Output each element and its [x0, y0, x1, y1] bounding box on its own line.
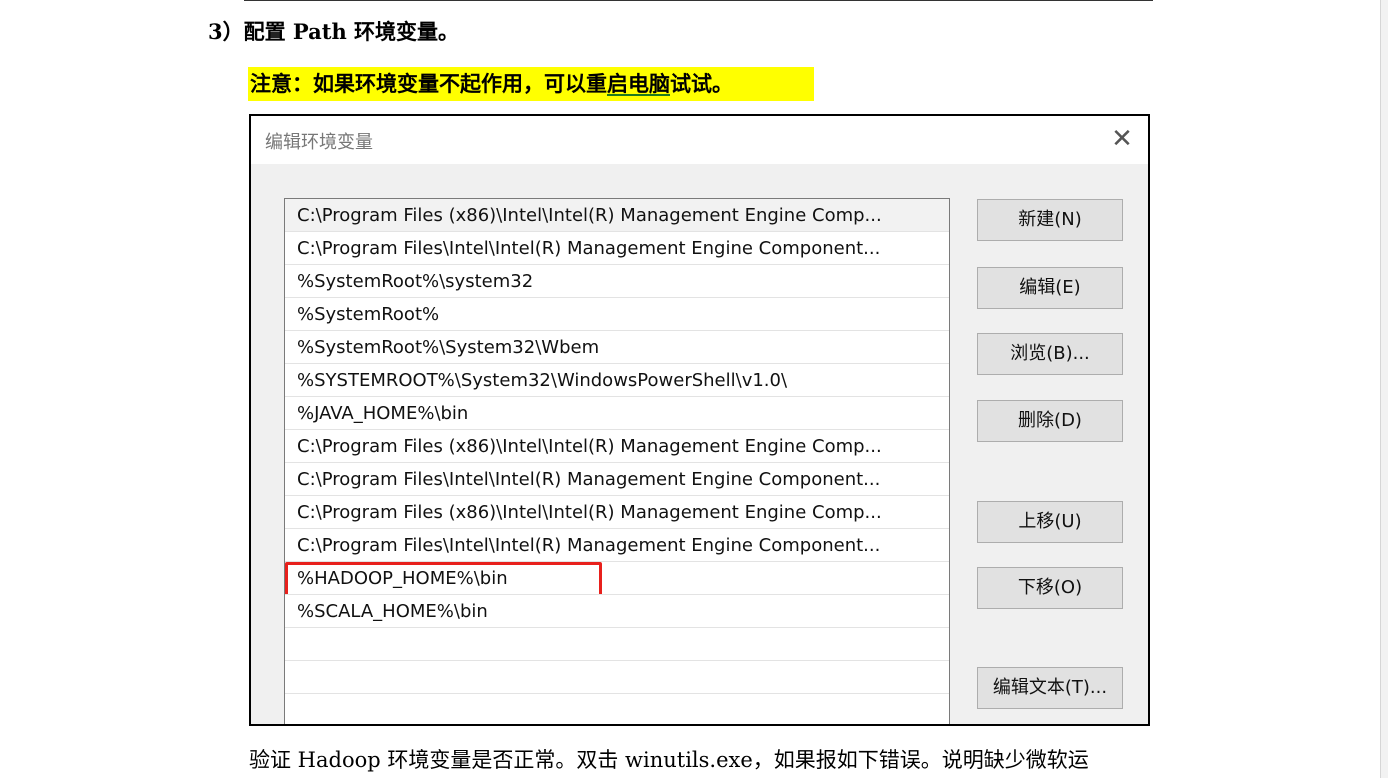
- path-entry[interactable]: C:\Program Files (x86)\Intel\Intel(R) Ma…: [285, 496, 949, 529]
- path-entry[interactable]: %SystemRoot%: [285, 298, 949, 331]
- path-entries-list[interactable]: C:\Program Files (x86)\Intel\Intel(R) Ma…: [284, 198, 950, 724]
- path-entry[interactable]: %SystemRoot%\System32\Wbem: [285, 331, 949, 364]
- edit-button[interactable]: 编辑(E): [977, 267, 1123, 309]
- path-entry[interactable]: %JAVA_HOME%\bin: [285, 397, 949, 430]
- note-highlight: 注意：如果环境变量不起作用，可以重启电脑试试。: [248, 67, 814, 101]
- path-entry-empty[interactable]: [285, 628, 949, 661]
- move-down-button[interactable]: 下移(O): [977, 567, 1123, 609]
- move-up-button[interactable]: 上移(U): [977, 501, 1123, 543]
- note-text-suffix: 试试。: [670, 71, 733, 96]
- top-rule: [244, 0, 1153, 1]
- path-entry[interactable]: %SYSTEMROOT%\System32\WindowsPowerShell\…: [285, 364, 949, 397]
- path-entry[interactable]: C:\Program Files\Intel\Intel(R) Manageme…: [285, 529, 949, 562]
- close-icon[interactable]: ✕: [1108, 125, 1136, 153]
- edit-env-var-dialog: 编辑环境变量 ✕ C:\Program Files (x86)\Intel\In…: [249, 114, 1150, 726]
- note-text-prefix: 注意：如果环境变量不起作用，可以重: [250, 71, 607, 96]
- window-scrollbar[interactable]: [1380, 0, 1388, 778]
- new-button[interactable]: 新建(N): [977, 199, 1123, 241]
- edit-text-button[interactable]: 编辑文本(T)...: [977, 667, 1123, 709]
- dialog-titlebar: 编辑环境变量 ✕: [251, 116, 1148, 164]
- path-entry[interactable]: C:\Program Files (x86)\Intel\Intel(R) Ma…: [285, 199, 949, 232]
- dialog-title: 编辑环境变量: [265, 132, 373, 153]
- path-entry[interactable]: C:\Program Files\Intel\Intel(R) Manageme…: [285, 463, 949, 496]
- path-entry[interactable]: C:\Program Files (x86)\Intel\Intel(R) Ma…: [285, 430, 949, 463]
- path-entry[interactable]: %SCALA_HOME%\bin: [285, 595, 949, 628]
- body-paragraph: 验证 Hadoop 环境变量是否正常。双击 winutils.exe，如果报如下…: [249, 748, 1089, 772]
- path-entry-empty[interactable]: [285, 694, 949, 724]
- path-entry[interactable]: %SystemRoot%\system32: [285, 265, 949, 298]
- delete-button[interactable]: 删除(D): [977, 400, 1123, 442]
- path-entry-empty[interactable]: [285, 661, 949, 694]
- section-heading: 3）配置 Path 环境变量。: [208, 19, 460, 44]
- path-entry-hadoop-highlighted[interactable]: %HADOOP_HOME%\bin: [285, 562, 949, 595]
- browse-button[interactable]: 浏览(B)...: [977, 333, 1123, 375]
- path-entry[interactable]: C:\Program Files\Intel\Intel(R) Manageme…: [285, 232, 949, 265]
- note-text-underlined: 启电脑: [607, 71, 670, 96]
